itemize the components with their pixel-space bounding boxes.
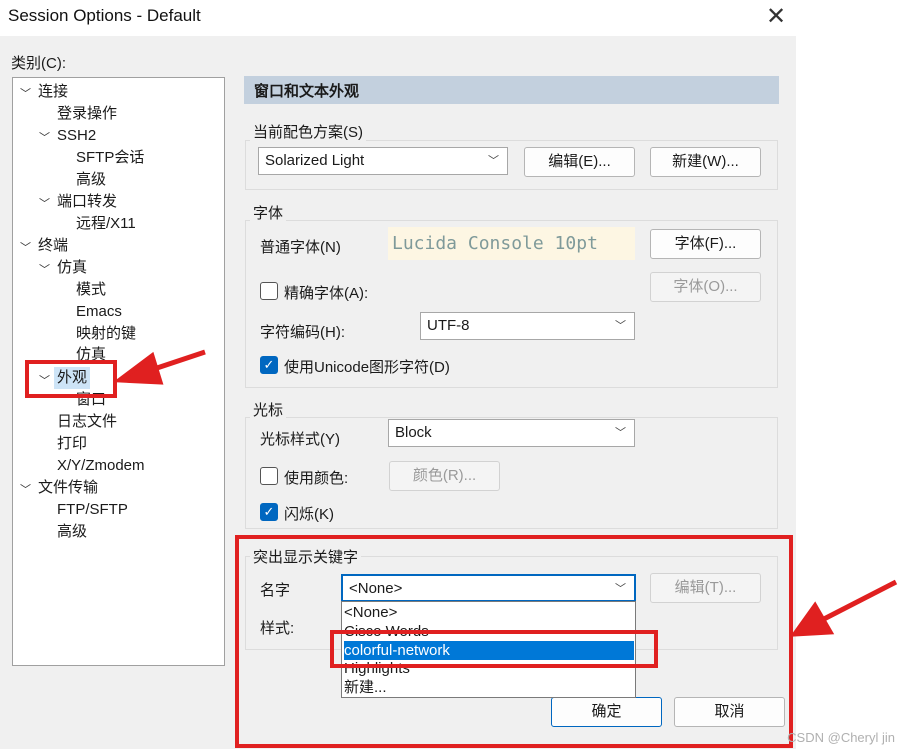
arrow-to-appearance xyxy=(112,349,206,385)
watermark: CSDN @Cheryl jin xyxy=(787,730,895,745)
red-arrow-annotation xyxy=(112,349,898,637)
arrow-to-highlight xyxy=(789,579,898,637)
